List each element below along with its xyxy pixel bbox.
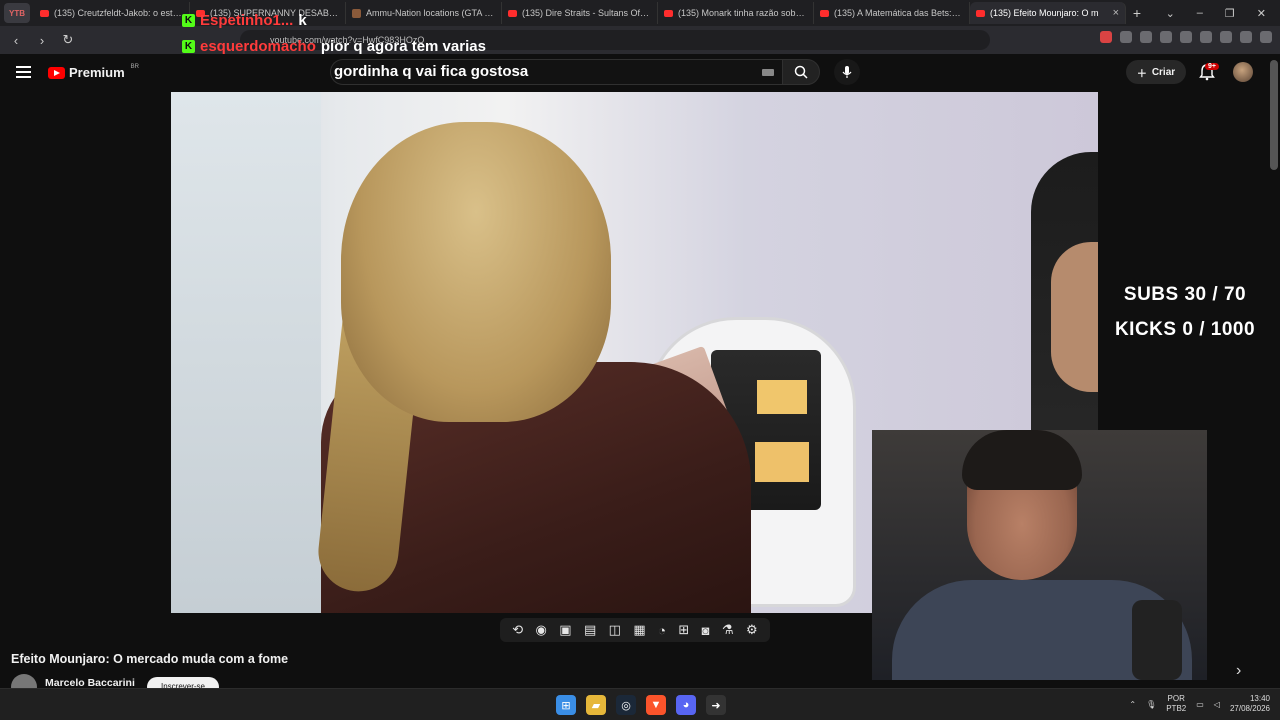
- browser-tab-active[interactable]: (135) Efeito Mounjaro: O m ×: [970, 2, 1126, 24]
- chevron-right-icon[interactable]: ›: [1236, 662, 1241, 680]
- discord-icon[interactable]: ◕: [676, 695, 696, 715]
- subs-counter: SUBS 30 / 70: [1123, 284, 1247, 305]
- chat-message-continuation: gordinha q vai fica gostosa: [334, 63, 529, 80]
- keyboard-icon[interactable]: [762, 69, 774, 76]
- window-controls: ⌄ – ❐ ✕: [1166, 7, 1280, 20]
- chat-message: pior q agora tem varias: [320, 38, 486, 55]
- streamer-webcam: [872, 430, 1207, 680]
- music-icon[interactable]: [1160, 31, 1172, 43]
- youtube-icon: [976, 9, 985, 17]
- search-icon: [794, 65, 808, 79]
- video-title: Efeito Mounjaro: O mercado muda com a fo…: [11, 652, 289, 666]
- close-tab-icon[interactable]: ×: [1113, 7, 1119, 19]
- flask-icon[interactable]: ⚗: [722, 622, 734, 638]
- extensions-toolbar: [1100, 31, 1272, 43]
- youtube-logo[interactable]: Premium BR: [48, 63, 139, 80]
- vpn-icon[interactable]: [1240, 31, 1252, 43]
- clip-icon[interactable]: ▤: [584, 622, 596, 638]
- new-tab-button[interactable]: +: [1126, 5, 1148, 21]
- extension-icon[interactable]: [1100, 31, 1112, 43]
- chat-username: Espetinho1...: [200, 12, 294, 29]
- tab-title: (135) Creutzfeldt-Jakob: o estranho: [54, 8, 183, 18]
- account-avatar[interactable]: [1233, 62, 1253, 82]
- kick-badge-icon: K: [182, 14, 195, 27]
- windows-start-icon[interactable]: ⊞: [556, 695, 576, 715]
- brave-browser-icon[interactable]: ▼: [646, 695, 666, 715]
- reload-icon[interactable]: ↻: [58, 32, 78, 48]
- menu-icon[interactable]: [1260, 31, 1272, 43]
- language-code: POR: [1167, 694, 1185, 703]
- tab-title: (135) Efeito Mounjaro: O m: [990, 8, 1099, 18]
- network-icon[interactable]: ▭: [1196, 700, 1204, 709]
- chat-username: esquerdomacho: [200, 38, 316, 55]
- speed-icon[interactable]: ◔: [658, 623, 666, 638]
- clock[interactable]: 13:40 27/08/2026: [1230, 694, 1270, 714]
- browser-tab[interactable]: (135) Monark tinha razão sobre o: [658, 2, 814, 24]
- clock-date: 27/08/2026: [1229, 704, 1270, 713]
- cinema-icon[interactable]: ▦: [633, 622, 645, 638]
- player-extension-controls: ⟲ ◉ ▣ ▤ ◫ ▦ ◔ ⊞ ◙ ⚗ ⚙: [500, 618, 770, 642]
- chat-message: k: [298, 12, 307, 29]
- screen: YTB (135) Creutzfeldt-Jakob: o estranho …: [0, 0, 1280, 720]
- settings-icon[interactable]: ⚙: [746, 622, 758, 638]
- chevron-up-icon[interactable]: ⌃: [1129, 700, 1136, 709]
- create-button[interactable]: ＋ Criar: [1126, 60, 1186, 84]
- pip-icon[interactable]: ◫: [609, 622, 621, 638]
- tab-title: (135) A Matemática das Bets: O ne: [834, 8, 963, 18]
- video-scene-wall: [171, 92, 321, 613]
- taskbar-apps: ⊞ ▰ ◎ ▼ ◕ ➜: [556, 695, 726, 715]
- clock-time: 13:40: [1249, 694, 1270, 703]
- app-icon[interactable]: ➜: [706, 695, 726, 715]
- file-explorer-icon[interactable]: ▰: [586, 695, 606, 715]
- windows-taskbar: ⊞ ▰ ◎ ▼ ◕ ➜ ⌃ 🎙 POR PTB2 ▭ ◁ 13:40 27/08…: [0, 688, 1280, 720]
- language-indicator[interactable]: POR PTB2: [1166, 694, 1186, 714]
- video-scene-face: [1051, 242, 1098, 392]
- kick-badge-icon: K: [182, 40, 195, 53]
- keyboard-layout: PTB2: [1166, 704, 1187, 713]
- tab-search-icon[interactable]: ⌄: [1166, 7, 1175, 20]
- microphone-icon: [842, 66, 852, 78]
- youtube-icon: [664, 9, 673, 17]
- add-icon[interactable]: ⊞: [678, 622, 689, 638]
- browser-tab[interactable]: (135) A Matemática das Bets: O ne: [814, 2, 970, 24]
- browser-tab[interactable]: (135) Dire Straits - Sultans Of Swing: [502, 2, 658, 24]
- page-scrollbar[interactable]: [1270, 60, 1278, 170]
- kick-chat-overlay: K Espetinho1... k K esquerdomacho pior q…: [182, 0, 528, 82]
- back-icon[interactable]: ‹: [6, 33, 26, 48]
- close-window-icon[interactable]: ✕: [1257, 7, 1266, 20]
- extension-icon[interactable]: [1120, 31, 1132, 43]
- tab-title: (135) Monark tinha razão sobre o: [678, 8, 807, 18]
- tab-title: (135) Dire Straits - Sultans Of Swing: [522, 8, 651, 18]
- create-label: Criar: [1151, 66, 1176, 78]
- notification-count-badge: 9+: [1205, 63, 1219, 70]
- camera-icon[interactable]: ◙: [702, 623, 710, 638]
- voice-search-button[interactable]: [834, 59, 860, 85]
- youtube-icon: [820, 9, 829, 17]
- volume-icon[interactable]: ◁: [1214, 700, 1220, 709]
- kicks-counter: KICKS 0 / 1000: [1114, 319, 1256, 340]
- system-tray: ⌃ 🎙 POR PTB2 ▭ ◁ 13:40 27/08/2026: [1129, 694, 1270, 714]
- youtube-play-icon: [48, 66, 65, 79]
- search-button[interactable]: [782, 59, 820, 85]
- forward-icon[interactable]: ›: [32, 33, 52, 48]
- plus-icon: ＋: [1136, 68, 1147, 80]
- loop-icon[interactable]: ⟲: [512, 622, 523, 638]
- maximize-icon[interactable]: ❐: [1225, 7, 1235, 20]
- browser-tab[interactable]: (135) Creutzfeldt-Jakob: o estranho: [34, 2, 190, 24]
- microphone-tray-icon[interactable]: 🎙: [1146, 700, 1156, 709]
- profile-button[interactable]: YTB: [4, 3, 30, 23]
- sidebar-icon[interactable]: [1180, 31, 1192, 43]
- logo-text: Premium: [69, 65, 125, 80]
- steam-icon[interactable]: ◎: [616, 695, 636, 715]
- audio-icon[interactable]: ◉: [536, 622, 547, 638]
- minimize-icon[interactable]: –: [1197, 7, 1203, 20]
- video-scene-hair: [341, 122, 611, 422]
- leo-icon[interactable]: [1220, 31, 1232, 43]
- menu-hamburger-icon[interactable]: [16, 66, 31, 81]
- wallet-icon[interactable]: [1200, 31, 1212, 43]
- puzzle-icon[interactable]: [1140, 31, 1152, 43]
- logo-region: BR: [130, 63, 139, 70]
- screenshot-icon[interactable]: ▣: [559, 622, 571, 638]
- youtube-icon: [40, 9, 49, 17]
